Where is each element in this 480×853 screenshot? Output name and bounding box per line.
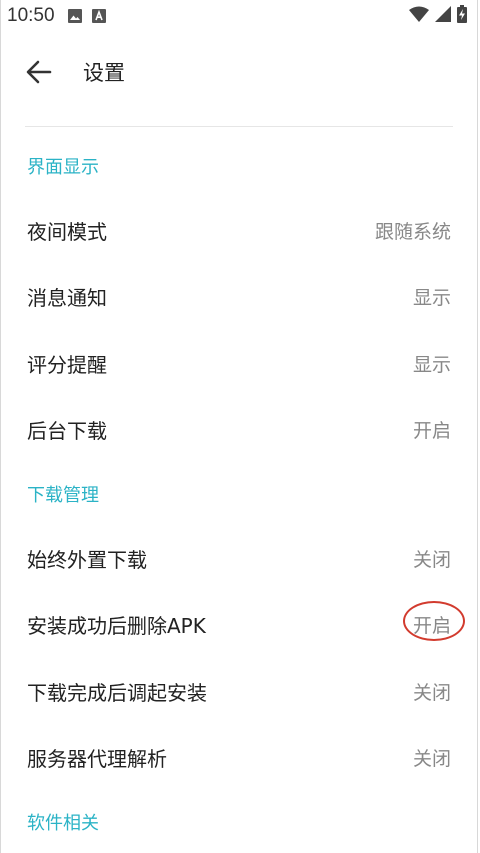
a-letter-icon: [91, 8, 107, 24]
setting-value: 关闭: [412, 681, 451, 704]
setting-row-proxy-resolve[interactable]: 服务器代理解析 关闭: [1, 725, 477, 792]
setting-row-notifications[interactable]: 消息通知 显示: [1, 264, 477, 331]
setting-value: 关闭: [412, 748, 451, 771]
section-header-display: 界面显示: [27, 157, 99, 178]
back-button[interactable]: [25, 58, 53, 86]
settings-screen: 10:50 设置 界面显示 夜间模式 跟随系统 消息通知 显示 评分提醒 显示 …: [0, 0, 478, 853]
wifi-icon: [409, 6, 429, 27]
setting-label: 服务器代理解析: [27, 747, 167, 772]
setting-row-external-download[interactable]: 始终外置下载 关闭: [1, 525, 477, 592]
setting-label: 下载完成后调起安装: [27, 680, 207, 705]
setting-value-highlighted: 开启: [402, 601, 465, 642]
setting-value: 开启: [412, 420, 451, 443]
battery-charging-icon: [457, 4, 467, 28]
setting-value: 跟随系统: [374, 220, 451, 243]
app-bar: 设置: [1, 32, 477, 112]
setting-label: 消息通知: [27, 286, 107, 311]
section-header-software: 软件相关: [27, 813, 99, 834]
signal-icon: [435, 5, 451, 27]
setting-value: 开启: [412, 615, 451, 638]
setting-value: 显示: [412, 353, 451, 376]
setting-row-delete-apk[interactable]: 安装成功后删除APK 开启: [1, 592, 477, 659]
setting-label: 安装成功后删除APK: [27, 614, 206, 639]
back-arrow-icon: [26, 60, 52, 84]
setting-label: 评分提醒: [27, 352, 107, 377]
setting-row-background-download[interactable]: 后台下载 开启: [1, 397, 477, 464]
status-time: 10:50: [7, 5, 55, 26]
setting-row-auto-install[interactable]: 下载完成后调起安装 关闭: [1, 658, 477, 725]
setting-row-rating-reminder[interactable]: 评分提醒 显示: [1, 330, 477, 397]
status-right-icons: [409, 4, 467, 28]
section-header-download: 下载管理: [27, 485, 99, 506]
status-bar: 10:50: [1, 0, 477, 32]
setting-label: 后台下载: [27, 419, 107, 444]
setting-label: 始终外置下载: [27, 547, 147, 572]
setting-value: 显示: [412, 287, 451, 310]
setting-row-night-mode[interactable]: 夜间模式 跟随系统: [1, 197, 477, 264]
divider: [25, 126, 453, 127]
image-icon: [67, 8, 83, 24]
setting-label: 夜间模式: [27, 219, 107, 244]
setting-value: 关闭: [412, 548, 451, 571]
page-title: 设置: [83, 61, 125, 85]
